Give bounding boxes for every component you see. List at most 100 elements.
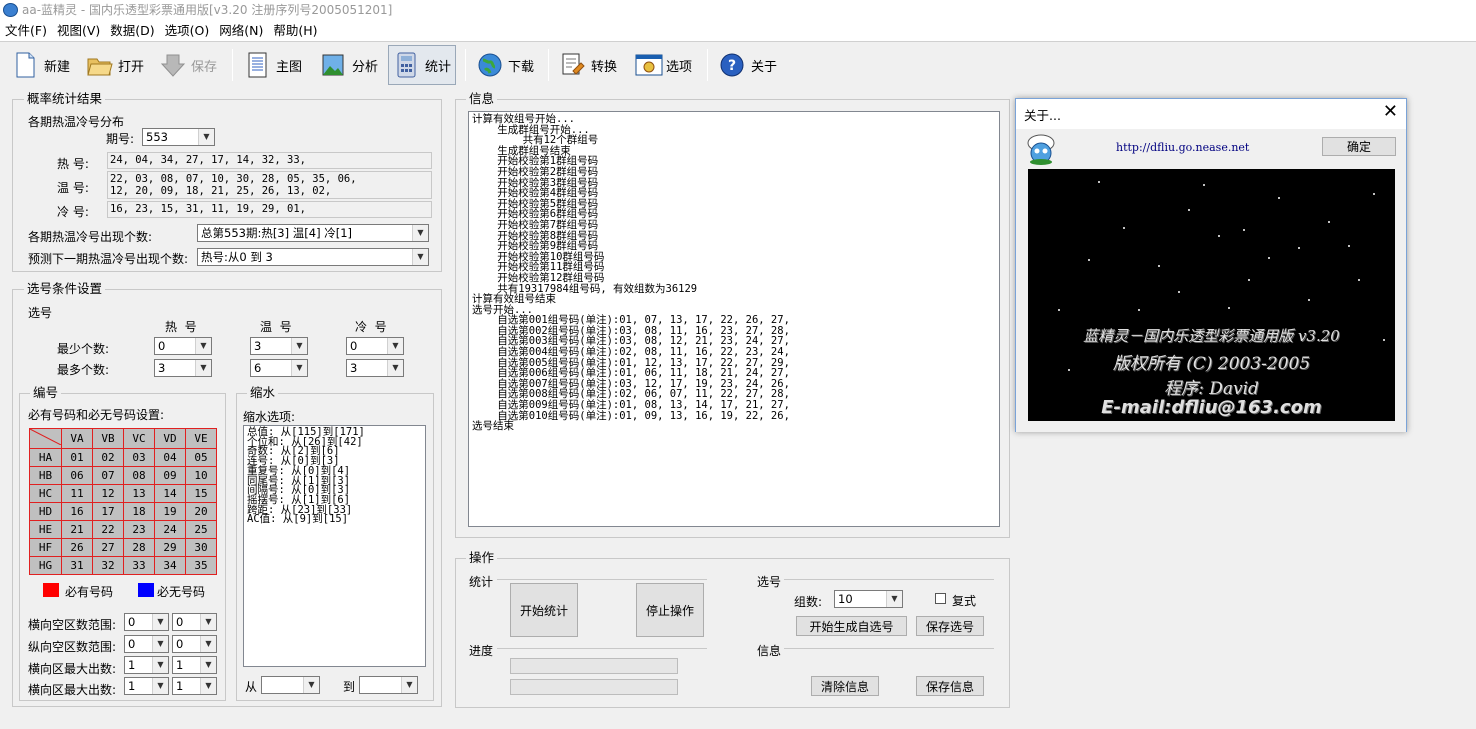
- grid-number-cell[interactable]: 04: [154, 448, 186, 467]
- grid-number-cell[interactable]: 12: [92, 484, 124, 503]
- grid-row-header[interactable]: HB: [29, 466, 62, 485]
- start-stat-button[interactable]: 开始统计: [510, 583, 578, 637]
- chevron-down-icon: ▼: [152, 657, 168, 673]
- info-log[interactable]: 计算有效组号开始... 生成群组号开始... 共有12个群组号 生成群组号结束 …: [468, 111, 1000, 527]
- range-b-select[interactable]: 0 ▼: [172, 635, 217, 653]
- grid-row-header[interactable]: HE: [29, 520, 62, 539]
- grid-number-cell[interactable]: 14: [154, 484, 186, 503]
- grid-row-header[interactable]: HD: [29, 502, 62, 521]
- grid-number-cell[interactable]: 05: [185, 448, 217, 467]
- range-b-select[interactable]: 0 ▼: [172, 613, 217, 631]
- grid-number-cell[interactable]: 26: [61, 538, 93, 557]
- document-icon: [244, 51, 270, 79]
- stats-button[interactable]: 统计: [388, 45, 457, 85]
- ok-button[interactable]: 确定: [1322, 137, 1396, 156]
- grid-number-cell[interactable]: 15: [185, 484, 217, 503]
- stop-button[interactable]: 停止操作: [636, 583, 704, 637]
- menu-data[interactable]: 数据(D): [105, 20, 159, 42]
- from-select[interactable]: ▼: [261, 676, 320, 694]
- to-select[interactable]: ▼: [359, 676, 418, 694]
- grid-number-cell[interactable]: 17: [92, 502, 124, 521]
- grid-number-cell[interactable]: 03: [123, 448, 155, 467]
- save-button[interactable]: 保存: [155, 45, 221, 85]
- shrink-options-list[interactable]: 总值: 从[115]到[171] 个位和: 从[26]到[42] 奇数: 从[2…: [243, 425, 426, 667]
- range-a-select[interactable]: 0 ▼: [124, 613, 169, 631]
- predict-select[interactable]: 热号:从0 到 3 ▼: [197, 248, 429, 266]
- grid-number-cell[interactable]: 29: [154, 538, 186, 557]
- analysis-button[interactable]: 分析: [316, 45, 382, 85]
- range-a-select[interactable]: 1 ▼: [124, 656, 169, 674]
- grid-number-cell[interactable]: 08: [123, 466, 155, 485]
- generate-picks-button[interactable]: 开始生成自选号: [796, 616, 907, 636]
- grid-number-cell[interactable]: 07: [92, 466, 124, 485]
- groups-select[interactable]: 10 ▼: [834, 590, 903, 608]
- grid-number-cell[interactable]: 01: [61, 448, 93, 467]
- grid-column-header[interactable]: VD: [154, 428, 186, 449]
- range-b-select[interactable]: 1 ▼: [172, 656, 217, 674]
- menu-help[interactable]: 帮助(H): [268, 20, 322, 42]
- grid-number-cell[interactable]: 28: [123, 538, 155, 557]
- main-chart-button[interactable]: 主图: [240, 45, 306, 85]
- grid-row-header[interactable]: HA: [29, 448, 62, 467]
- grid-number-cell[interactable]: 13: [123, 484, 155, 503]
- grid-number-cell[interactable]: 11: [61, 484, 93, 503]
- hot-max-select[interactable]: 3 ▼: [154, 359, 212, 377]
- grid-number-cell[interactable]: 02: [92, 448, 124, 467]
- website-link[interactable]: http://dfliu.go.nease.net: [1116, 141, 1249, 154]
- grid-number-cell[interactable]: 20: [185, 502, 217, 521]
- convert-button[interactable]: 转换: [555, 45, 621, 85]
- download-button[interactable]: 下载: [472, 45, 538, 85]
- grid-number-cell[interactable]: 16: [61, 502, 93, 521]
- grid-number-cell[interactable]: 09: [154, 466, 186, 485]
- grid-row-header[interactable]: HC: [29, 484, 62, 503]
- grid-number-cell[interactable]: 06: [61, 466, 93, 485]
- warm-max-select[interactable]: 6 ▼: [250, 359, 308, 377]
- grid-column-header[interactable]: VE: [185, 428, 217, 449]
- menu-options[interactable]: 选项(O): [160, 20, 215, 42]
- star: [1088, 259, 1090, 261]
- grid-row-header[interactable]: HF: [29, 538, 62, 557]
- grid-number-cell[interactable]: 24: [154, 520, 186, 539]
- range-a-select[interactable]: 1 ▼: [124, 677, 169, 695]
- grid-number-cell[interactable]: 34: [154, 556, 186, 575]
- range-b-select[interactable]: 1 ▼: [172, 677, 217, 695]
- about-button[interactable]: ? 关于: [715, 45, 781, 85]
- grid-number-cell[interactable]: 19: [154, 502, 186, 521]
- warm-min-select[interactable]: 3 ▼: [250, 337, 308, 355]
- menu-network[interactable]: 网络(N): [214, 20, 268, 42]
- grid-number-cell[interactable]: 31: [61, 556, 93, 575]
- grid-number-cell[interactable]: 18: [123, 502, 155, 521]
- divider: [497, 579, 707, 580]
- close-icon[interactable]: ✕: [1383, 101, 1398, 123]
- grid-row-header[interactable]: HG: [29, 556, 62, 575]
- grid-column-header[interactable]: VB: [92, 428, 124, 449]
- grid-number-cell[interactable]: 35: [185, 556, 217, 575]
- grid-number-cell[interactable]: 32: [92, 556, 124, 575]
- count-select[interactable]: 总第553期:热[3] 温[4] 冷[1] ▼: [197, 224, 429, 242]
- open-button[interactable]: 打开: [82, 45, 148, 85]
- grid-number-cell[interactable]: 22: [92, 520, 124, 539]
- grid-column-header[interactable]: VC: [123, 428, 155, 449]
- grid-number-cell[interactable]: 27: [92, 538, 124, 557]
- grid-number-cell[interactable]: 25: [185, 520, 217, 539]
- save-info-button[interactable]: 保存信息: [916, 676, 984, 696]
- new-button[interactable]: 新建: [8, 45, 74, 85]
- grid-number-cell[interactable]: 33: [123, 556, 155, 575]
- repeat-checkbox[interactable]: [935, 593, 946, 604]
- grid-column-header[interactable]: VA: [61, 428, 93, 449]
- save-picks-button[interactable]: 保存选号: [916, 616, 984, 636]
- clear-info-button[interactable]: 清除信息: [811, 676, 879, 696]
- hot-min-select[interactable]: 0 ▼: [154, 337, 212, 355]
- grid-number-cell[interactable]: 23: [123, 520, 155, 539]
- grid-number-cell[interactable]: 21: [61, 520, 93, 539]
- grid-number-cell[interactable]: 10: [185, 466, 217, 485]
- options-button[interactable]: 选项: [630, 45, 696, 85]
- menu-view[interactable]: 视图(V): [52, 20, 105, 42]
- grid-number-cell[interactable]: 30: [185, 538, 217, 557]
- menu-file[interactable]: 文件(F): [0, 20, 52, 42]
- cold-max-select[interactable]: 3 ▼: [346, 359, 404, 377]
- range-a-select[interactable]: 0 ▼: [124, 635, 169, 653]
- info-title: 信息: [466, 92, 498, 106]
- cold-min-select[interactable]: 0 ▼: [346, 337, 404, 355]
- period-select[interactable]: 553 ▼: [142, 128, 215, 146]
